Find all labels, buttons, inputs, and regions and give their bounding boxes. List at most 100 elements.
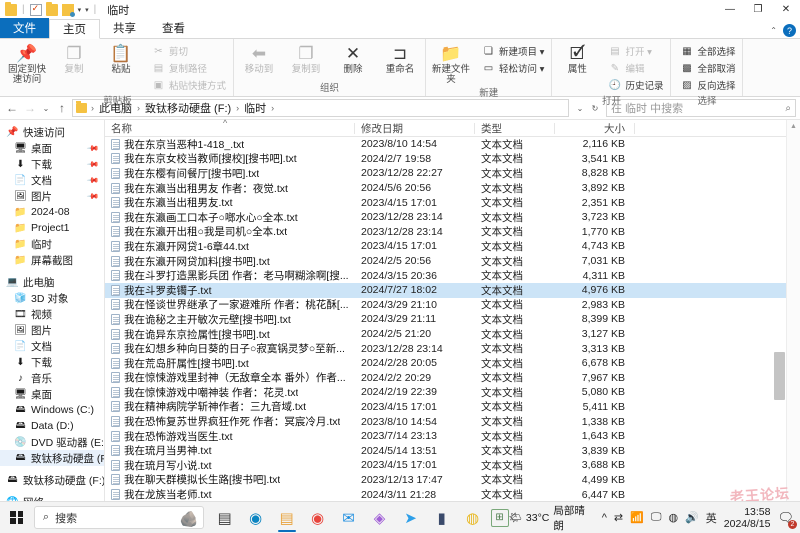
telegram-icon[interactable]: ➤ (398, 504, 424, 532)
task-view-icon[interactable]: ▤ (212, 504, 238, 532)
properties-button[interactable]: 🗹 属性 (554, 41, 600, 75)
table-row[interactable]: 我在惊悚游戏中嘲神装 作者：花灵.txt 2024/2/19 22:39 文本文档 5… (105, 385, 786, 400)
mail-icon[interactable]: ✉ (336, 504, 362, 532)
vertical-scrollbar[interactable]: ▲ ▼ (786, 120, 800, 511)
chevron-down-icon[interactable]: ▾ (85, 6, 89, 14)
pin-icon[interactable]: 📌 (86, 157, 99, 170)
tray-volume-icon[interactable]: 🔊 (685, 511, 699, 524)
sidebar-item-documents[interactable]: 📄 文档 📌 (0, 172, 104, 188)
sidebar-item-documents-pc[interactable]: 📄 文档 (0, 338, 104, 354)
table-row[interactable]: 我在琉月当男神.txt 2024/5/14 13:51 文本文档 3,839 KB (105, 443, 786, 458)
minimize-button[interactable]: — (716, 0, 744, 19)
app-icon[interactable]: ▮ (429, 504, 455, 532)
notification-icon[interactable]: 🗨 2 (777, 510, 797, 529)
qq-icon[interactable]: ◍ (460, 504, 486, 532)
sidebar-item-removable-f[interactable]: 🖴 致钛移动硬盘 (F:) (0, 450, 104, 466)
sidebar-item-downloads[interactable]: ⬇ 下载 📌 (0, 156, 104, 172)
table-row[interactable]: 我在东瀛画工口本子○啷水心○全本.txt 2023/12/28 23:14 文本文档… (105, 210, 786, 225)
weather-widget[interactable]: 🌤 33°C 局部晴朗 (509, 503, 595, 533)
history-button[interactable]: 🕘 历史记录 (605, 77, 666, 93)
pin-icon[interactable]: 📌 (86, 173, 99, 186)
sidebar-item-downloads-pc[interactable]: ⬇ 下载 (0, 354, 104, 370)
table-row[interactable]: 我在龙族当老师.txt 2024/3/11 21:28 文本文档 6,447 KB (105, 487, 786, 502)
sidebar-item-temp[interactable]: 📁 临时 (0, 236, 104, 252)
table-row[interactable]: 我在东京当恶种1-418_.txt 2023/8/10 14:54 文本文档 2,11… (105, 137, 786, 152)
visual-studio-icon[interactable]: ◈ (367, 504, 393, 532)
copy-button[interactable]: ❐ 复制 (51, 41, 97, 75)
table-row[interactable]: 我在东瀛开网贷加料[搜书吧].txt 2024/2/5 20:56 文本文档 7,03… (105, 254, 786, 269)
table-row[interactable]: 我在东瀛开出租○我是司机○全本.txt 2023/12/28 23:14 文本文档 1… (105, 225, 786, 240)
pin-icon[interactable]: 📌 (86, 189, 99, 202)
collapse-ribbon-icon[interactable]: ⌃ (770, 26, 777, 35)
delete-button[interactable]: ✕ 删除 (330, 41, 376, 75)
file-rows[interactable]: 我在东京当恶种1-418_.txt 2023/8/10 14:54 文本文档 2,11… (105, 137, 786, 511)
tray-chart-icon[interactable]: 📶 (630, 511, 644, 524)
invert-selection-button[interactable]: ▨ 反向选择 (677, 77, 738, 93)
tab-share[interactable]: 共享 (100, 18, 149, 38)
sidebar-header-quick-access[interactable]: 📌 快速访问 (0, 124, 104, 140)
tray-expand-icon[interactable]: ^ (602, 512, 607, 524)
scroll-up-icon[interactable]: ▲ (790, 120, 797, 133)
clock[interactable]: 13:58 2024/8/15 (724, 506, 771, 530)
ime-indicator[interactable]: 英 (706, 510, 717, 526)
sidebar-item-pictures-pc[interactable]: 🖼 图片 (0, 322, 104, 338)
breadcrumb-folder[interactable]: 临时 (243, 100, 267, 116)
column-header-date[interactable]: 修改日期 (355, 120, 475, 137)
sidebar-item-desktop[interactable]: 🖥 桌面 📌 (0, 140, 104, 156)
table-row[interactable]: 我在东瀛当出租男友.txt 2023/4/15 17:01 文本文档 2,351 KB (105, 195, 786, 210)
table-row[interactable]: 我在东京女校当教师[搜校][搜书吧].txt 2024/2/7 19:58 文本文档… (105, 152, 786, 167)
select-all-button[interactable]: ▦ 全部选择 (677, 43, 738, 59)
table-row[interactable]: 我在东瀛开网贷1-6章44.txt 2023/4/15 17:01 文本文档 4,74… (105, 239, 786, 254)
table-row[interactable]: 我在恐怖游戏当医生.txt 2023/7/14 23:13 文本文档 1,643 KB (105, 429, 786, 444)
new-folder-button[interactable]: 📁 新建文件夹 (428, 41, 474, 85)
cut-button[interactable]: ✂ 剪切 (149, 43, 229, 59)
table-row[interactable]: 我在幻想乡种向日葵的日子○寂寞锅灵梦○至新... 2023/12/28 23:14… (105, 341, 786, 356)
tray-settings-icon[interactable]: ⇄ (614, 511, 623, 524)
table-row[interactable]: 我在聊天群模拟长生路[搜书吧].txt 2023/12/13 17:47 文本文档 4… (105, 473, 786, 488)
table-row[interactable]: 我在诡秘之主开敏次元壁[搜书吧].txt 2024/3/29 21:11 文本文档 8… (105, 312, 786, 327)
maximize-button[interactable]: ❐ (744, 0, 772, 19)
edge-icon[interactable]: ◉ (243, 504, 269, 532)
help-icon[interactable]: ? (783, 24, 796, 37)
paste-shortcut-button[interactable]: ▣ 粘贴快捷方式 (149, 77, 229, 93)
table-row[interactable]: 我在东瀛当出租男友 作者：夜觉.txt 2024/5/6 20:56 文本文档 3,8… (105, 181, 786, 196)
sidebar-item-project1[interactable]: 📁 Project1 (0, 220, 104, 236)
easy-access-button[interactable]: ▭ 轻松访问 ▾ (479, 60, 547, 76)
table-row[interactable]: 我在东樱有间餐厅[搜书吧].txt 2023/12/28 22:27 文本文档 8,8… (105, 166, 786, 181)
rename-button[interactable]: ⊐ 重命名 (377, 41, 423, 75)
new-folder-icon[interactable] (61, 3, 75, 17)
column-header-name[interactable]: 名称 ^ (105, 118, 355, 137)
sidebar-item-dvd-e[interactable]: 💿 DVD 驱动器 (E:) 16.0.1 (0, 434, 104, 450)
folder-icon[interactable] (45, 1, 58, 16)
move-to-button[interactable]: ⬅ 移动到 (236, 41, 282, 75)
sidebar-item-desktop-pc[interactable]: 🖥 桌面 (0, 386, 104, 402)
edit-button[interactable]: ✎ 编辑 (605, 60, 666, 76)
open-button[interactable]: ▤ 打开 ▾ (605, 43, 666, 59)
sidebar-item-screenshots[interactable]: 📁 屏幕截图 (0, 252, 104, 268)
chrome-icon[interactable]: ◉ (305, 504, 331, 532)
table-row[interactable]: 我在斗罗打造黑影兵团 作者：老马啊糊涂啊[搜... 2024/3/15 20:36… (105, 268, 786, 283)
table-row[interactable]: 我在恐怖复苏世界疯狂作死 作者：冥宸冷月.txt 2023/8/10 14:54 文… (105, 414, 786, 429)
table-row[interactable]: 我在斗罗卖镯子.txt 2024/7/27 18:02 文本文档 4,976 KB (105, 282, 786, 298)
chevron-down-icon[interactable]: ▾ (78, 6, 82, 14)
new-item-button[interactable]: ❏ 新建项目 ▾ (479, 43, 547, 59)
sidebar-item-data-d[interactable]: 🖴 Data (D:) (0, 418, 104, 434)
select-none-button[interactable]: ▩ 全部取消 (677, 60, 738, 76)
start-button[interactable] (0, 511, 34, 524)
translate-icon[interactable]: ⊞ (490, 508, 509, 527)
tab-home[interactable]: 主页 (49, 19, 100, 39)
taskbar-search-input[interactable]: ⌕ 搜索 🪨 (33, 506, 204, 529)
file-explorer-icon[interactable]: ▤ (274, 504, 300, 532)
pin-icon[interactable]: 📌 (86, 141, 99, 154)
sidebar-item-videos[interactable]: 🎞 视频 (0, 306, 104, 322)
tab-view[interactable]: 查看 (149, 18, 198, 38)
properties-icon[interactable] (29, 3, 42, 16)
sidebar-header-this-pc[interactable]: 💻 此电脑 (0, 274, 104, 290)
column-header-type[interactable]: 类型 (475, 120, 555, 137)
tab-file[interactable]: 文件 (0, 18, 49, 38)
table-row[interactable]: 我在惊悚游戏里封神（无敌章全本 番外）作者... 2024/2/2 20:29 文本… (105, 371, 786, 386)
sidebar-header-removable-drive[interactable]: 🖴 致钛移动硬盘 (F:) (0, 472, 104, 488)
sidebar-item-2024-08[interactable]: 📁 2024-08 (0, 204, 104, 220)
table-row[interactable]: 我在精神病院学斩神作者：三九音域.txt 2023/4/15 17:01 文本文档 5… (105, 400, 786, 415)
tray-display-icon[interactable]: 🖵 (651, 511, 662, 524)
